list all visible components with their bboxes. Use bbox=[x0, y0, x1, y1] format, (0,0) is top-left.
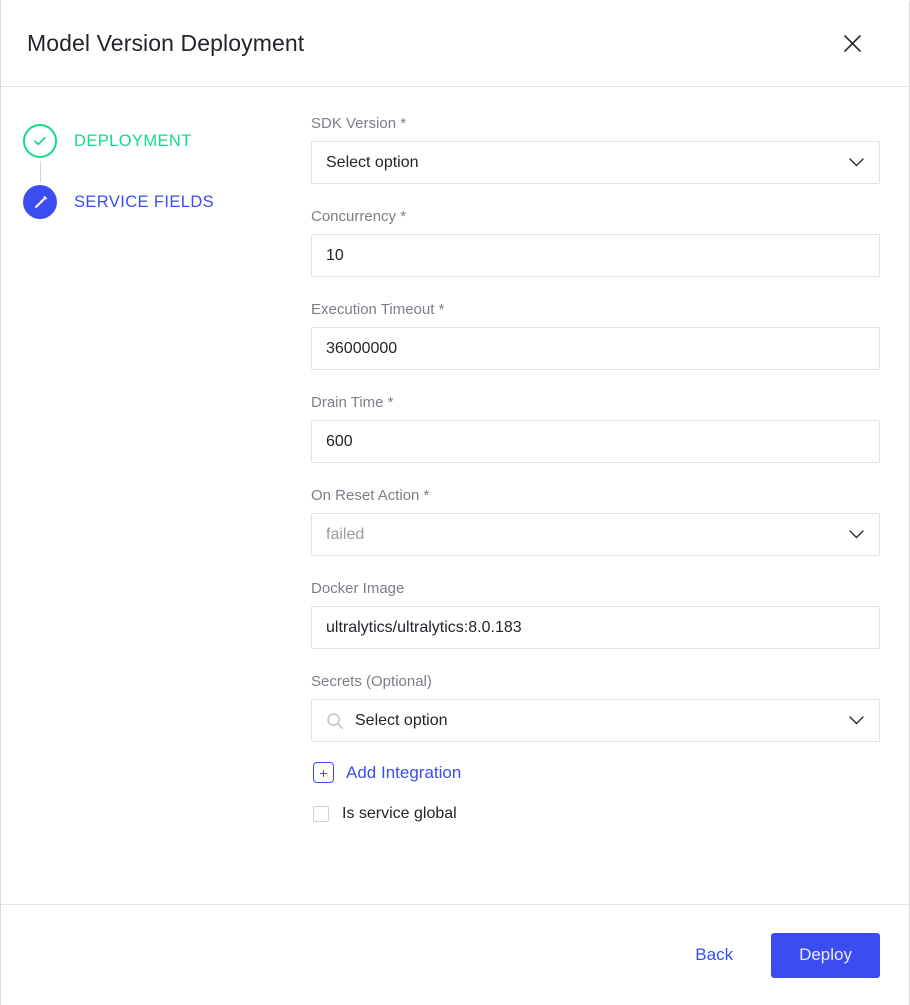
concurrency-value: 10 bbox=[326, 246, 344, 264]
label-concurrency: Concurrency * bbox=[311, 208, 407, 225]
concurrency-input[interactable]: 10 bbox=[311, 234, 880, 277]
label-on-reset-action: On Reset Action * bbox=[311, 487, 430, 504]
on-reset-action-value: failed bbox=[326, 525, 365, 543]
deployment-form: SDK Version * Select option Concurrency … bbox=[301, 87, 909, 904]
secrets-select[interactable]: Select option bbox=[311, 699, 880, 742]
step-deployment[interactable]: DEPLOYMENT bbox=[23, 121, 301, 161]
add-integration-button[interactable]: + Add Integration bbox=[313, 762, 461, 783]
page-title: Model Version Deployment bbox=[27, 30, 305, 56]
field-concurrency: Concurrency * 10 bbox=[311, 208, 880, 277]
close-button[interactable] bbox=[835, 27, 869, 61]
step-connector bbox=[40, 161, 41, 182]
check-circle-icon bbox=[23, 124, 57, 158]
back-button[interactable]: Back bbox=[677, 935, 751, 975]
on-reset-action-select[interactable]: failed bbox=[311, 513, 880, 556]
field-drain-time: Drain Time * 600 bbox=[311, 394, 880, 463]
is-service-global-label: Is service global bbox=[342, 805, 457, 822]
label-sdk-version: SDK Version * bbox=[311, 115, 407, 132]
docker-image-value: ultralytics/ultralytics:8.0.183 bbox=[326, 618, 522, 636]
label-docker-image: Docker Image bbox=[311, 580, 405, 597]
drain-time-value: 600 bbox=[326, 432, 353, 450]
secrets-value: Select option bbox=[355, 711, 448, 729]
deploy-button[interactable]: Deploy bbox=[771, 932, 880, 978]
field-on-reset-action: On Reset Action * failed bbox=[311, 487, 880, 556]
step-label-deployment: DEPLOYMENT bbox=[74, 131, 192, 150]
sdk-version-value: Select option bbox=[326, 153, 419, 171]
field-execution-timeout: Execution Timeout * 36000000 bbox=[311, 301, 880, 370]
label-secrets: Secrets (Optional) bbox=[311, 673, 432, 690]
dialog-footer: Back Deploy bbox=[1, 904, 909, 1005]
step-navigation: DEPLOYMENT SERVICE FIELDS bbox=[1, 87, 301, 904]
step-service-fields[interactable]: SERVICE FIELDS bbox=[23, 182, 301, 222]
execution-timeout-value: 36000000 bbox=[326, 339, 398, 357]
field-secrets: Secrets (Optional) Select option bbox=[311, 673, 880, 742]
add-integration-label: Add Integration bbox=[346, 762, 462, 782]
dialog-header: Model Version Deployment bbox=[1, 1, 909, 87]
pencil-circle-icon bbox=[23, 185, 57, 219]
search-icon bbox=[326, 712, 344, 730]
label-drain-time: Drain Time * bbox=[311, 394, 394, 411]
execution-timeout-input[interactable]: 36000000 bbox=[311, 327, 880, 370]
dialog-body: DEPLOYMENT SERVICE FIELDS SDK Version * bbox=[1, 87, 909, 904]
is-service-global-row[interactable]: Is service global bbox=[313, 805, 457, 823]
plus-box-icon: + bbox=[313, 762, 334, 783]
field-docker-image: Docker Image ultralytics/ultralytics:8.0… bbox=[311, 580, 880, 649]
is-service-global-checkbox[interactable] bbox=[313, 806, 329, 822]
sdk-version-select[interactable]: Select option bbox=[311, 141, 880, 184]
step-label-service-fields: SERVICE FIELDS bbox=[74, 192, 215, 211]
close-icon bbox=[842, 33, 863, 54]
field-sdk-version: SDK Version * Select option bbox=[311, 115, 880, 184]
label-execution-timeout: Execution Timeout * bbox=[311, 301, 445, 318]
docker-image-input[interactable]: ultralytics/ultralytics:8.0.183 bbox=[311, 606, 880, 649]
model-version-deployment-dialog: Model Version Deployment DEPLOYMENT SERV… bbox=[0, 0, 910, 1005]
drain-time-input[interactable]: 600 bbox=[311, 420, 880, 463]
